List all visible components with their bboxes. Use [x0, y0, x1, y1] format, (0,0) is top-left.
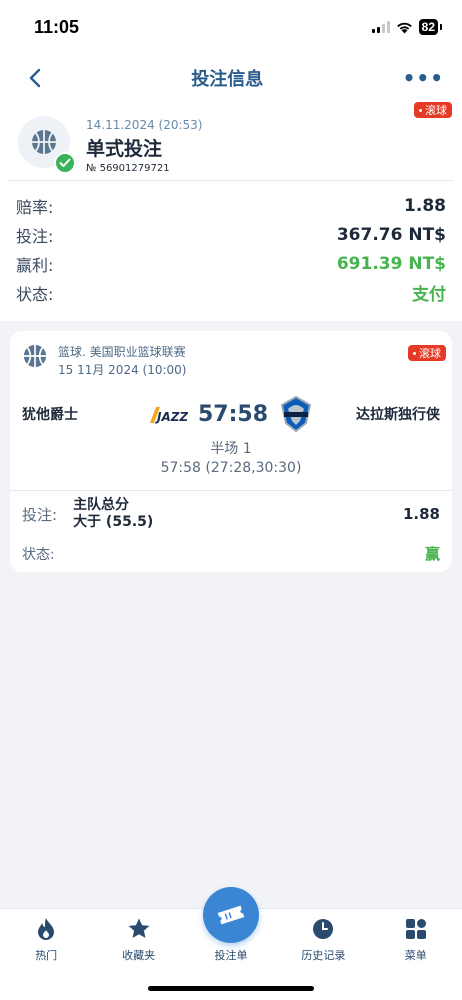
pick-label: 投注: — [22, 505, 58, 524]
match-score: 57:58 — [197, 401, 269, 427]
pick-market: 主队总分 — [73, 497, 130, 513]
jazz-logo-icon: JAZZ — [149, 407, 188, 424]
score-block: JAZZ 57:58 — [148, 395, 314, 433]
nav-bar: 投注信息 ••• — [0, 54, 462, 102]
tab-label: 热门 — [35, 949, 58, 962]
odds-label: 赔率: — [16, 197, 54, 217]
grid-icon — [404, 917, 428, 941]
check-icon — [54, 152, 76, 174]
winnings-label: 赢利: — [16, 255, 54, 275]
live-dot-icon — [413, 351, 416, 355]
pick-selection: 大于 (55.5) — [73, 514, 154, 530]
pick-text: 主队总分 大于 (55.5) — [73, 497, 153, 531]
clock-icon — [311, 917, 335, 941]
event-status-label: 状态: — [22, 546, 55, 563]
star-icon — [127, 917, 151, 941]
signal-icon — [371, 21, 390, 33]
event-meta: 篮球. 美国职业篮球联赛 15 11月 2024 (10:00) — [58, 343, 186, 378]
match-row: 犹他爵士 JAZZ 57:58 达拉斯独行侠 — [22, 394, 440, 434]
status-icons: 82 — [371, 19, 443, 35]
match-period: 半场 1 — [210, 441, 252, 457]
live-label: 滚球 — [425, 104, 447, 117]
period-score: 57:58 (27:28,30:30) — [160, 460, 302, 476]
back-button[interactable] — [28, 66, 52, 90]
status-time: 11:05 — [34, 16, 80, 37]
pick-odds: 1.88 — [402, 505, 440, 523]
chevron-left-icon — [29, 68, 41, 88]
live-badge: 滚球 — [414, 102, 452, 118]
status-bar: 11:05 82 — [0, 0, 462, 54]
bet-meta: 14.11.2024 (20:53) 单式投注 № 56901279721 — [86, 116, 203, 174]
bet-number: № 56901279721 — [86, 163, 170, 174]
ticket-icon — [202, 887, 259, 943]
tab-label: 投注单 — [214, 949, 248, 962]
tab-label: 收藏夹 — [122, 949, 156, 962]
basketball-icon — [32, 130, 56, 154]
bet-header: 14.11.2024 (20:53) 单式投注 № 56901279721 滚球 — [0, 102, 462, 180]
bet-type: 单式投注 — [86, 138, 163, 160]
page-title: 投注信息 — [191, 69, 264, 90]
event-league: 篮球. 美国职业篮球联赛 — [58, 345, 186, 359]
more-button[interactable]: ••• — [403, 66, 444, 90]
stake-label: 投注: — [16, 226, 54, 246]
event-status-row: 状态: 赢 — [22, 543, 440, 564]
status-value: 支付 — [412, 285, 446, 305]
battery-indicator: 82 — [418, 19, 443, 35]
home-indicator — [148, 986, 314, 991]
away-team-name: 达拉斯独行侠 — [356, 407, 440, 423]
bet-date: 14.11.2024 (20:53) — [86, 118, 203, 132]
event-status-value: 赢 — [424, 545, 440, 563]
tab-menu[interactable]: 菜单 — [376, 917, 456, 1000]
summary-row-odds: 赔率: 1.88 — [16, 191, 446, 220]
svg-text:JAZZ: JAZZ — [155, 410, 188, 424]
basketball-avatar — [18, 116, 76, 174]
mavericks-logo-icon — [280, 395, 312, 433]
tab-label: 历史记录 — [301, 949, 346, 962]
winnings-value: 691.39 NT$ — [336, 253, 446, 274]
event-live-badge: 滚球 — [408, 345, 446, 361]
home-team-name: 犹他爵士 — [22, 407, 78, 423]
odds-value: 1.88 — [404, 195, 446, 216]
status-label: 状态: — [16, 284, 54, 304]
summary-row-status: 状态: 支付 — [16, 278, 446, 307]
fire-icon — [34, 917, 58, 941]
bet-summary: 赔率: 1.88 投注: 367.76 NT$ 赢利: 691.39 NT$ 状… — [0, 181, 462, 321]
tab-label: 菜单 — [404, 949, 427, 962]
top-area: 11:05 82 投注信息 ••• 14.11.2024 (20:53) 单式投… — [0, 0, 462, 321]
pick-row: 投注: 主队总分 大于 (55.5) 1.88 — [22, 491, 440, 531]
live-dot-icon — [419, 108, 422, 112]
wifi-icon — [396, 22, 412, 33]
event-header: 篮球. 美国职业篮球联赛 15 11月 2024 (10:00) — [22, 343, 440, 378]
event-card[interactable]: 篮球. 美国职业篮球联赛 15 11月 2024 (10:00) 滚球 犹他爵士… — [10, 331, 452, 572]
summary-row-stake: 投注: 367.76 NT$ — [16, 220, 446, 249]
tab-popular[interactable]: 热门 — [6, 917, 86, 1000]
stake-value: 367.76 NT$ — [336, 224, 446, 245]
event-live-label: 滚球 — [419, 347, 441, 360]
summary-row-winnings: 赢利: 691.39 NT$ — [16, 249, 446, 278]
basketball-icon — [23, 344, 47, 368]
event-date: 15 11月 2024 (10:00) — [58, 363, 187, 377]
pick-left: 投注: 主队总分 大于 (55.5) — [22, 497, 153, 531]
bottom-tab-bar: 热门 收藏夹 投注单 历史记录 菜单 — [0, 887, 462, 1000]
